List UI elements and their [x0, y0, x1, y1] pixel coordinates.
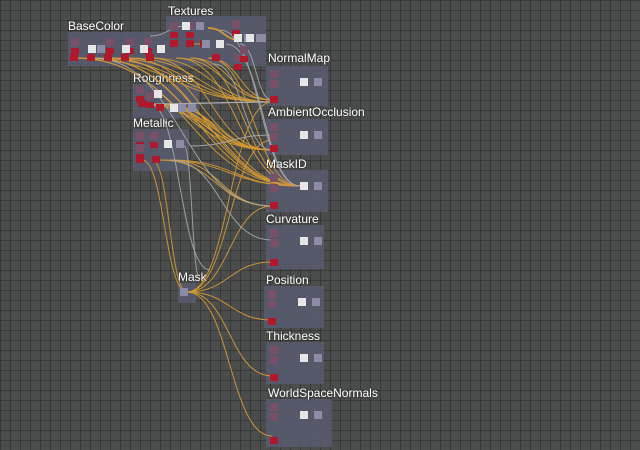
connection-wire [159, 159, 273, 207]
input-socket[interactable] [136, 86, 144, 94]
input-socket[interactable] [270, 202, 278, 209]
node-chip[interactable] [170, 104, 178, 112]
node-chip[interactable] [298, 298, 306, 306]
input-socket[interactable] [270, 437, 278, 444]
node-chip[interactable] [300, 131, 308, 139]
input-socket[interactable] [136, 156, 144, 163]
input-socket[interactable] [270, 70, 278, 78]
connection-wire [186, 261, 273, 293]
input-socket[interactable] [121, 54, 129, 61]
output-socket[interactable] [196, 22, 204, 30]
input-socket[interactable] [212, 54, 220, 61]
input-socket[interactable] [136, 132, 144, 140]
input-socket[interactable] [270, 346, 278, 354]
input-socket[interactable] [270, 229, 278, 237]
node-chip[interactable] [88, 45, 96, 53]
output-socket[interactable] [97, 45, 105, 53]
input-socket[interactable] [126, 38, 134, 46]
input-socket[interactable] [136, 144, 144, 152]
input-socket[interactable] [270, 145, 278, 152]
input-socket[interactable] [186, 40, 194, 47]
input-socket[interactable] [104, 54, 112, 61]
input-socket[interactable] [152, 156, 160, 163]
input-socket[interactable] [156, 104, 164, 111]
input-socket[interactable] [138, 100, 146, 107]
output-socket[interactable] [178, 104, 186, 112]
node-chip[interactable] [300, 237, 308, 245]
connection-wire [189, 57, 273, 101]
output-socket[interactable] [188, 104, 196, 112]
output-socket[interactable] [314, 131, 322, 139]
node-chip[interactable] [157, 45, 165, 53]
input-socket[interactable] [106, 38, 114, 46]
connection-wire [91, 57, 273, 103]
input-socket[interactable] [232, 20, 240, 28]
input-socket[interactable] [170, 40, 178, 47]
output-socket[interactable] [202, 40, 210, 48]
node-chip[interactable] [300, 78, 308, 86]
input-socket[interactable] [270, 239, 278, 247]
input-socket[interactable] [270, 374, 278, 381]
input-socket[interactable] [270, 403, 278, 411]
mask-node-socket[interactable] [180, 288, 188, 296]
input-socket[interactable] [71, 38, 79, 46]
node-chip[interactable] [164, 140, 172, 148]
connection-wire [159, 159, 301, 187]
input-socket[interactable] [170, 32, 178, 38]
input-socket[interactable] [170, 22, 178, 30]
input-socket[interactable] [87, 54, 95, 61]
input-socket[interactable] [270, 413, 278, 421]
input-socket[interactable] [186, 32, 194, 38]
input-socket[interactable] [146, 92, 154, 100]
input-socket[interactable] [270, 96, 278, 103]
node-chip[interactable] [234, 34, 242, 42]
input-socket[interactable] [268, 290, 276, 298]
input-socket[interactable] [270, 80, 278, 88]
node-chip[interactable] [216, 40, 224, 48]
output-socket[interactable] [314, 78, 322, 86]
connection-wire [151, 159, 188, 293]
connection-wire [149, 25, 187, 37]
node-chip[interactable] [182, 22, 190, 30]
output-socket[interactable] [314, 182, 322, 190]
input-socket[interactable] [268, 300, 276, 308]
input-socket[interactable] [146, 54, 154, 61]
node-chip[interactable] [154, 90, 162, 98]
input-socket[interactable] [270, 259, 278, 266]
input-socket[interactable] [234, 64, 242, 70]
input-socket[interactable] [268, 318, 276, 325]
input-socket[interactable] [71, 48, 79, 54]
input-socket[interactable] [240, 56, 248, 62]
input-socket[interactable] [150, 142, 158, 148]
node-chip[interactable] [122, 45, 130, 53]
connection-wire [141, 159, 188, 293]
output-socket[interactable] [258, 34, 266, 42]
connection-wire [186, 291, 273, 321]
node-graph-canvas[interactable] [0, 0, 640, 450]
input-socket[interactable] [146, 102, 154, 108]
output-socket[interactable] [314, 411, 322, 419]
node-chip[interactable] [300, 411, 308, 419]
connection-wire [186, 291, 273, 437]
node-chip[interactable] [246, 34, 254, 42]
input-socket[interactable] [106, 48, 114, 54]
output-socket[interactable] [312, 298, 320, 306]
input-socket[interactable] [144, 38, 152, 46]
input-socket[interactable] [270, 356, 278, 364]
input-socket[interactable] [240, 46, 248, 54]
output-socket[interactable] [314, 237, 322, 245]
output-socket[interactable] [314, 354, 322, 362]
input-socket[interactable] [270, 184, 278, 192]
node-chip[interactable] [300, 182, 308, 190]
node-chip[interactable] [140, 45, 148, 53]
input-socket[interactable] [270, 174, 278, 182]
input-socket[interactable] [270, 123, 278, 131]
input-socket[interactable] [150, 132, 158, 140]
input-socket[interactable] [70, 54, 78, 61]
connection-wire [186, 205, 273, 293]
output-socket[interactable] [176, 140, 184, 148]
input-socket[interactable] [270, 133, 278, 141]
node-chip[interactable] [300, 354, 308, 362]
